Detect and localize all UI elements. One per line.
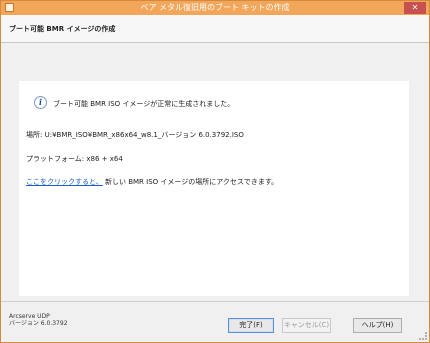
open-location-link[interactable]: ここをクリックすると、 <box>26 178 103 186</box>
close-button[interactable]: ✕ <box>404 2 426 14</box>
success-message: ブート可能 BMR ISO イメージが正常に生成されました。 <box>53 100 235 108</box>
window-title: ベア メタル復旧用のブート キットの作成 <box>140 3 290 12</box>
product-info: Arcserve UDP バージョン 6.0.3792 <box>9 313 68 327</box>
product-name: Arcserve UDP <box>9 313 50 320</box>
finish-button[interactable]: 完了(F) <box>228 318 274 333</box>
page-title: ブート可能 BMR イメージの作成 <box>9 25 116 33</box>
iso-location: 場所: U:¥BMR_ISO¥BMR_x86x64_w8.1_バージョン 6.0… <box>26 131 244 139</box>
iso-platform: プラットフォーム: x86 + x64 <box>26 155 123 163</box>
info-icon: i <box>34 96 47 109</box>
bmr-bootkit-window: ベア メタル復旧用のブート キットの作成 ✕ ブート可能 BMR イメージの作成… <box>0 0 430 343</box>
footer-divider <box>1 301 429 302</box>
open-location-row: ここをクリックすると、 新しい BMR ISO イメージの場所にアクセスできます… <box>26 177 278 187</box>
close-icon: ✕ <box>411 3 419 12</box>
product-version: バージョン 6.0.3792 <box>9 320 68 327</box>
help-button[interactable]: ヘルプ(H) <box>353 318 402 333</box>
result-panel <box>19 81 409 296</box>
title-bar[interactable]: ベア メタル復旧用のブート キットの作成 ✕ <box>1 1 429 15</box>
wizard-header: ブート可能 BMR イメージの作成 <box>1 15 429 43</box>
cancel-button[interactable]: キャンセル(C) <box>282 318 331 333</box>
open-location-suffix: 新しい BMR ISO イメージの場所にアクセスできます。 <box>104 178 279 186</box>
resize-grip[interactable] <box>419 332 427 340</box>
